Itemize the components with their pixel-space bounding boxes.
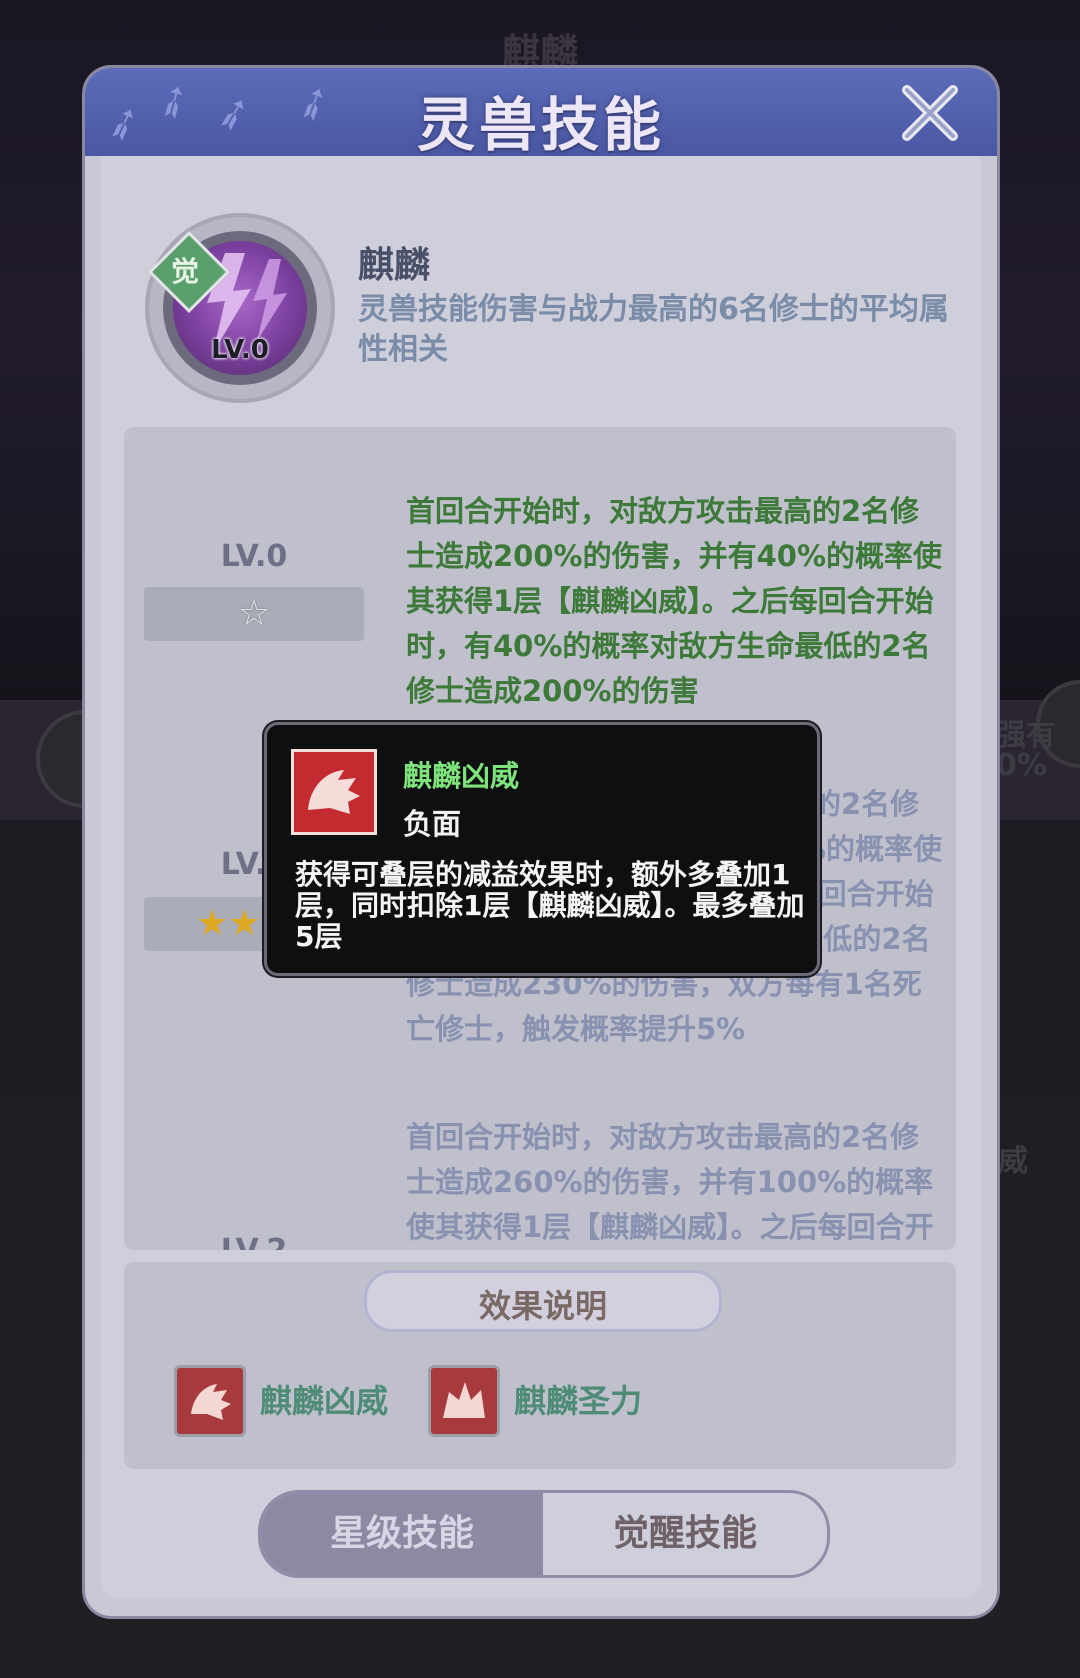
skill-description: 灵兽技能伤害与战力最高的6名修士的平均属性相关 xyxy=(358,292,949,367)
skill-tabs: 星级技能 觉醒技能 xyxy=(258,1490,830,1578)
star-icon: ☆ xyxy=(237,593,271,634)
skill-name: 麒麟 xyxy=(358,245,431,286)
tab-star-skills[interactable]: 星级技能 xyxy=(261,1493,543,1575)
level-description: 首回合开始时，对敌方攻击最高的2名修士造成260%的伤害，并有100%的概率使其… xyxy=(406,1120,934,1244)
effects-title: 效果说明 xyxy=(478,1287,607,1325)
level-label: LV.0 xyxy=(220,539,288,574)
level-label: LV.2 xyxy=(144,1233,364,1250)
close-button[interactable] xyxy=(897,80,963,146)
effects-panel: 效果说明 麒麟凶威 麒麟圣力 xyxy=(124,1262,956,1469)
close-icon xyxy=(902,85,958,141)
effects-header: 效果说明 xyxy=(364,1270,722,1332)
beast-head-icon[interactable] xyxy=(174,1365,246,1437)
tab-awaken-skills[interactable]: 觉醒技能 xyxy=(543,1493,827,1575)
effect-label[interactable]: 麒麟凶威 xyxy=(260,1376,388,1422)
dialog-title: 灵兽技能 xyxy=(416,91,665,159)
tooltip-effect-type: 负面 xyxy=(403,807,462,841)
background-side-text: 0% xyxy=(996,748,1047,783)
beast-roar-icon[interactable] xyxy=(428,1365,500,1437)
tooltip-effect-name: 麒麟凶威 xyxy=(403,759,520,793)
effect-tooltip: 麒麟凶威 负面 获得可叠层的减益效果时，额外多叠加1层，同时扣除1层【麒麟凶威】… xyxy=(264,722,820,976)
effect-label[interactable]: 麒麟圣力 xyxy=(514,1376,642,1422)
level-description: 首回合开始时，对敌方攻击最高的2名修士造成200%的伤害，并有40%的概率使其获… xyxy=(406,494,943,708)
tooltip-description: 获得可叠层的减益效果时，额外多叠加1层，同时扣除1层【麒麟凶威】。最多叠加5层 xyxy=(295,858,805,953)
skill-icon xyxy=(145,213,335,403)
background-side-text: 威 xyxy=(998,1144,1028,1179)
awaken-badge-label: 觉 xyxy=(170,255,199,288)
star-rating: ☆ xyxy=(144,587,364,641)
skill-level: LV.0 xyxy=(211,335,269,365)
beast-head-icon xyxy=(291,749,377,835)
dialog-header: ➶ ➶ ➶ ➶ 灵兽技能 xyxy=(85,68,997,159)
